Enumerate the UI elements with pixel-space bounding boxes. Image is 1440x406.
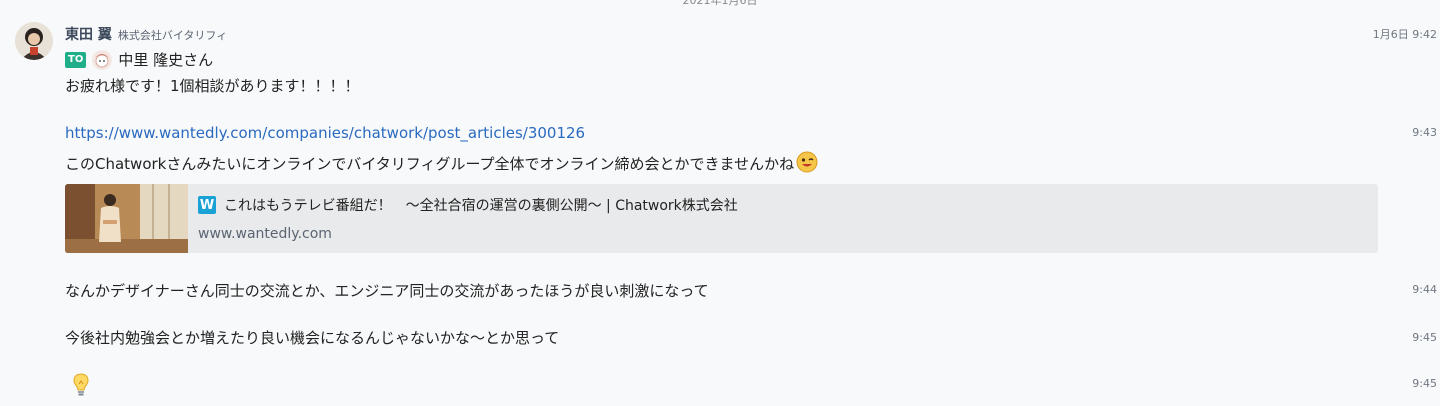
link-preview-card[interactable]: W これはもうテレビ番組だ！ ～全社合宿の運営の裏側公開～ | Chatwork… [65, 184, 1378, 253]
recipient-avatar [92, 49, 113, 70]
preview-domain: www.wantedly.com [198, 226, 332, 242]
chat-timeline: 2021年1月6日 東田 翼 株式会社バイタリフィ 1月6日 9:42 TO 中… [0, 0, 1440, 406]
date-separator: 2021年1月6日 [682, 0, 758, 7]
message-timestamp[interactable]: 9:45 [1412, 377, 1437, 390]
message-text: 今後社内勉強会とか増えたり良い機会になるんじゃないかな～とか思って [65, 329, 560, 347]
message-text: このChatworkさんみたいにオンラインでバイタリフィグループ全体でオンライン… [65, 151, 818, 174]
wantedly-link[interactable]: https://www.wantedly.com/companies/chatw… [65, 124, 585, 142]
light-bulb-icon [70, 373, 92, 402]
message-text-content: このChatworkさんみたいにオンラインでバイタリフィグループ全体でオンライン… [65, 155, 795, 173]
preview-thumbnail [65, 184, 188, 253]
message-timestamp[interactable]: 9:43 [1412, 126, 1437, 139]
sender-name[interactable]: 東田 翼 [65, 24, 112, 44]
message-text: なんかデザイナーさん同士の交流とか、エンジニア同士の交流があったほうが良い刺激に… [65, 282, 709, 300]
message-timestamp[interactable]: 9:44 [1412, 283, 1437, 296]
message-body: お疲れ様です！1個相談があります！！！！ [65, 77, 360, 95]
smile-emoji [796, 151, 818, 173]
to-badge: TO [65, 51, 87, 68]
preview-title[interactable]: これはもうテレビ番組だ！ ～全社合宿の運営の裏側公開～ | Chatwork株式… [224, 195, 738, 215]
message-emoji-line [70, 372, 92, 402]
message-timestamp[interactable]: 9:45 [1412, 331, 1437, 344]
avatar[interactable] [15, 22, 53, 60]
to-mention: TO 中里 隆史さん [65, 49, 213, 70]
wantedly-icon: W [198, 196, 216, 214]
link-line: https://www.wantedly.com/companies/chatw… [65, 124, 585, 142]
recipient-name: 中里 隆史さん [118, 51, 214, 69]
sender-info: 東田 翼 株式会社バイタリフィ [65, 24, 227, 44]
preview-title-row: W これはもうテレビ番組だ！ ～全社合宿の運営の裏側公開～ | Chatwork… [198, 195, 738, 215]
message-timestamp[interactable]: 1月6日 9:42 [1373, 26, 1437, 42]
sender-organization: 株式会社バイタリフィ [117, 29, 228, 42]
